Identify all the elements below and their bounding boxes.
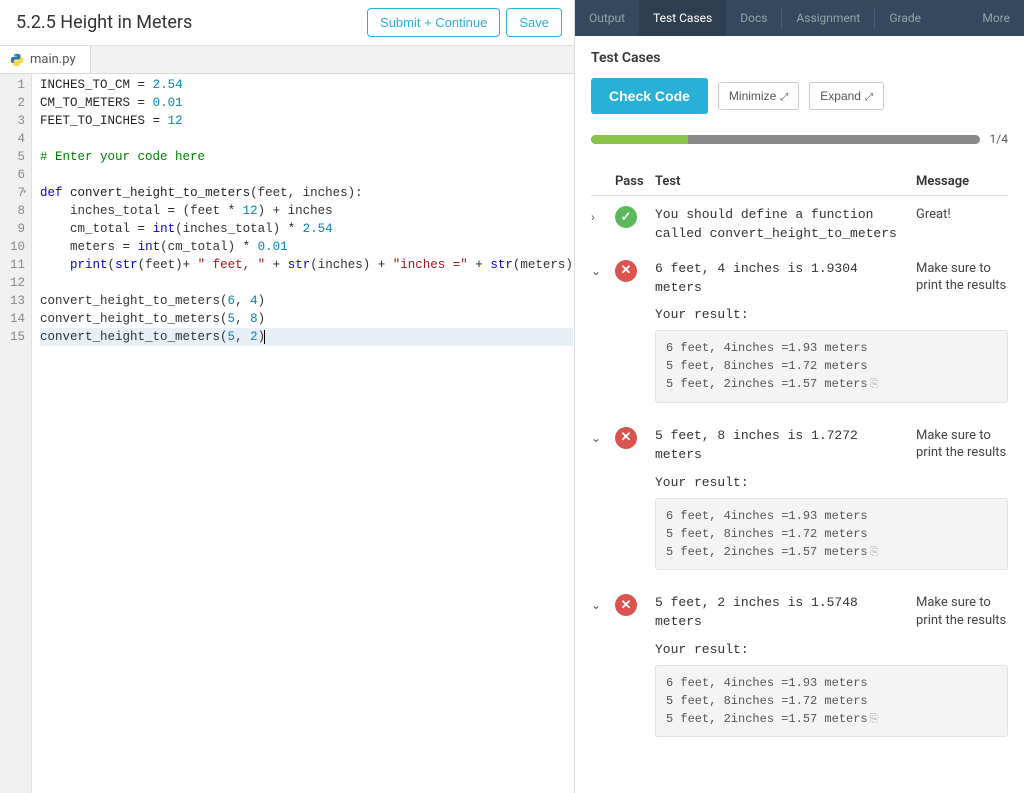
result-output: 6 feet, 4inches =1.93 meters5 feet, 8inc…: [655, 498, 1008, 571]
line-number: 8: [10, 202, 25, 220]
result-block: Your result: 6 feet, 4inches =1.93 meters…: [591, 303, 1008, 417]
code-line[interactable]: meters = int(cm_total) * 0.01: [40, 238, 573, 256]
file-tab-bar: main.py: [0, 46, 574, 74]
result-block: Your result: 6 feet, 4inches =1.93 meters…: [591, 471, 1008, 585]
result-block: Your result: 6 feet, 4inches =1.93 meters…: [591, 638, 1008, 752]
status-icon-wrap: ✕: [615, 260, 655, 282]
header-test: Test: [655, 174, 916, 189]
test-description: 6 feet, 4 inches is 1.9304 meters: [655, 260, 916, 298]
copy-icon[interactable]: [868, 377, 879, 391]
fail-icon: ✕: [615, 427, 637, 449]
line-number: 3: [10, 112, 25, 130]
result-label: Your result:: [655, 642, 1008, 657]
progress-label: 1/4: [990, 132, 1008, 146]
editor-header: 5.2.5 Height in Meters Submit + Continue…: [0, 0, 574, 46]
code-line[interactable]: cm_total = int(inches_total) * 2.54: [40, 220, 573, 238]
copy-icon[interactable]: [868, 545, 879, 559]
header-pass: Pass: [615, 174, 655, 189]
code-line[interactable]: inches_total = (feet * 12) + inches: [40, 202, 573, 220]
code-line[interactable]: [40, 274, 573, 292]
result-output: 6 feet, 4inches =1.93 meters5 feet, 8inc…: [655, 330, 1008, 403]
line-number: 1: [10, 76, 25, 94]
test-row: ⌄✕ 5 feet, 2 inches is 1.5748 metersMake …: [591, 584, 1008, 638]
collapse-icon[interactable]: ⌄: [591, 260, 615, 278]
line-number: 2: [10, 94, 25, 112]
test-description: 5 feet, 8 inches is 1.7272 meters: [655, 427, 916, 465]
test-message: Great!: [916, 206, 1008, 224]
status-icon-wrap: ✕: [615, 427, 655, 449]
tab-assignment[interactable]: Assignment: [782, 0, 874, 36]
expand-button[interactable]: Expand: [809, 82, 884, 110]
code-line[interactable]: convert_height_to_meters(5, 8): [40, 310, 573, 328]
test-row: ›✓ You should define a function called co…: [591, 196, 1008, 250]
expand-icon: [865, 89, 873, 103]
test-cases-title: Test Cases: [591, 50, 1008, 66]
test-message: Make sure to print the results: [916, 427, 1008, 462]
line-number: 10: [10, 238, 25, 256]
status-icon-wrap: ✕: [615, 594, 655, 616]
test-table-header: Pass Test Message: [591, 168, 1008, 196]
code-line[interactable]: def convert_height_to_meters(feet, inche…: [40, 184, 573, 202]
code-line[interactable]: [40, 166, 573, 184]
header-message: Message: [916, 174, 1008, 189]
copy-icon[interactable]: [868, 712, 879, 726]
code-line[interactable]: convert_height_to_meters(6, 4): [40, 292, 573, 310]
line-number: 9: [10, 220, 25, 238]
line-number: 13: [10, 292, 25, 310]
status-icon-wrap: ✓: [615, 206, 655, 228]
code-editor[interactable]: 123456789101112131415 INCHES_TO_CM = 2.5…: [0, 74, 574, 793]
pass-icon: ✓: [615, 206, 637, 228]
test-message: Make sure to print the results: [916, 260, 1008, 295]
line-number: 5: [10, 148, 25, 166]
line-number: 12: [10, 274, 25, 292]
tab-more[interactable]: More: [968, 0, 1024, 36]
save-button[interactable]: Save: [506, 8, 562, 37]
collapse-icon[interactable]: ⌄: [591, 427, 615, 445]
result-label: Your result:: [655, 475, 1008, 490]
line-number: 4: [10, 130, 25, 148]
line-number: 6: [10, 166, 25, 184]
check-code-button[interactable]: Check Code: [591, 78, 708, 114]
test-description: 5 feet, 2 inches is 1.5748 meters: [655, 594, 916, 632]
file-tab-label: main.py: [30, 52, 76, 67]
code-line[interactable]: # Enter your code here: [40, 148, 573, 166]
tab-test-cases[interactable]: Test Cases: [639, 0, 726, 36]
fail-icon: ✕: [615, 260, 637, 282]
code-line[interactable]: print(str(feet)+ " feet, " + str(inches)…: [40, 256, 573, 274]
test-row: ⌄✕ 5 feet, 8 inches is 1.7272 metersMake …: [591, 417, 1008, 471]
python-icon: [10, 53, 24, 67]
line-number: 11: [10, 256, 25, 274]
tab-grade[interactable]: Grade: [875, 0, 935, 36]
line-number: 14: [10, 310, 25, 328]
code-line[interactable]: [40, 130, 573, 148]
line-number: 15: [10, 328, 25, 346]
code-line[interactable]: CM_TO_METERS = 0.01: [40, 94, 573, 112]
test-message: Make sure to print the results: [916, 594, 1008, 629]
line-number: 7: [10, 184, 25, 202]
file-tab-main[interactable]: main.py: [0, 46, 91, 73]
test-description: You should define a function called conv…: [655, 206, 916, 244]
minimize-icon: [780, 89, 788, 103]
code-line[interactable]: INCHES_TO_CM = 2.54: [40, 76, 573, 94]
collapse-icon[interactable]: ⌄: [591, 594, 615, 612]
expand-icon[interactable]: ›: [591, 206, 615, 224]
code-line[interactable]: convert_height_to_meters(5, 2): [40, 328, 573, 346]
page-title: 5.2.5 Height in Meters: [16, 12, 192, 33]
result-label: Your result:: [655, 307, 1008, 322]
code-line[interactable]: FEET_TO_INCHES = 12: [40, 112, 573, 130]
right-nav-tabs: Output Test Cases Docs Assignment Grade …: [575, 0, 1024, 36]
progress-bar: [591, 135, 980, 144]
submit-continue-button[interactable]: Submit + Continue: [367, 8, 500, 37]
tab-output[interactable]: Output: [575, 0, 639, 36]
fail-icon: ✕: [615, 594, 637, 616]
minimize-button[interactable]: Minimize: [718, 82, 799, 110]
test-row: ⌄✕ 6 feet, 4 inches is 1.9304 metersMake …: [591, 250, 1008, 304]
tab-docs[interactable]: Docs: [726, 0, 781, 36]
result-output: 6 feet, 4inches =1.93 meters5 feet, 8inc…: [655, 665, 1008, 738]
